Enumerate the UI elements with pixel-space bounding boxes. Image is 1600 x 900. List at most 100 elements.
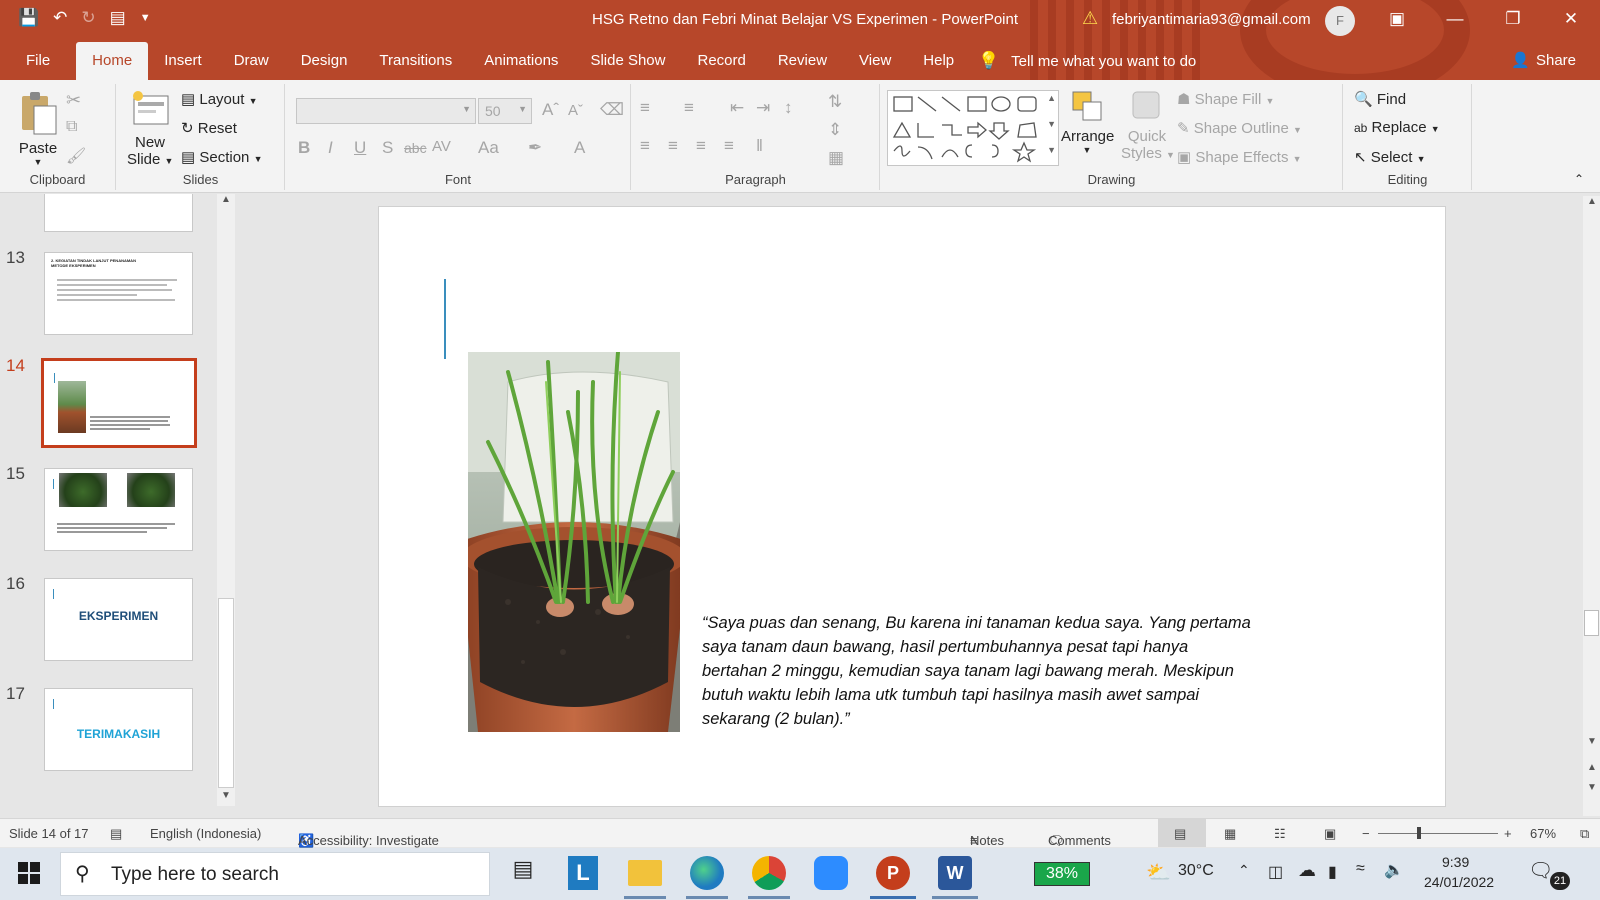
weather-icon[interactable]: ⛅ [1146, 860, 1171, 885]
present-icon[interactable]: ▤ [110, 8, 126, 28]
edge-icon[interactable] [690, 856, 724, 890]
tab-help[interactable]: Help [907, 42, 970, 80]
tab-review[interactable]: Review [762, 42, 843, 80]
l-app-icon[interactable]: L [568, 856, 598, 890]
warning-icon[interactable]: ⚠ [1082, 8, 1098, 29]
tab-home[interactable]: Home [76, 42, 149, 80]
layout-button[interactable]: ▤ Layout ▼ [181, 90, 258, 108]
tab-file[interactable]: File [0, 42, 76, 80]
show-hidden-icons[interactable]: ⌃ [1238, 862, 1250, 879]
font-size-dropdown-icon[interactable]: ▼ [518, 104, 527, 114]
device-icon[interactable]: ◫ [1268, 862, 1283, 882]
plant-photo[interactable] [468, 352, 680, 732]
scroll-up-icon[interactable]: ▲ [1587, 196, 1597, 207]
close-button[interactable]: ✕ [1542, 0, 1600, 40]
numbering-icon[interactable]: ≡ [684, 98, 694, 118]
word-icon[interactable]: W [938, 856, 972, 890]
volume-icon[interactable]: 🔈 [1384, 860, 1404, 880]
columns-icon[interactable]: ‖ [756, 136, 763, 156]
paste-dropdown-icon[interactable]: ▼ [16, 157, 60, 167]
thumbnail-14[interactable] [41, 358, 197, 448]
quick-styles-button[interactable]: Quick Styles ▼ [1121, 88, 1175, 162]
scroll-down-icon[interactable]: ▼ [1587, 736, 1597, 747]
battery-widget[interactable]: 38% [1034, 862, 1090, 886]
tab-view[interactable]: View [843, 42, 907, 80]
find-button[interactable]: 🔍 Find [1354, 90, 1406, 108]
clock-date[interactable]: 24/01/2022 [1424, 874, 1494, 890]
shrink-font-icon[interactable]: Aˇ [568, 102, 583, 119]
shapes-gallery[interactable]: ▲ ▼ ▼ [887, 90, 1059, 166]
align-center-icon[interactable]: ≡ [668, 136, 678, 156]
grow-font-icon[interactable]: Aˆ [542, 100, 559, 120]
gallery-up-icon[interactable]: ▲ [1047, 93, 1056, 103]
avatar[interactable]: F [1325, 6, 1355, 36]
tab-record[interactable]: Record [681, 42, 761, 80]
collapse-ribbon-icon[interactable]: ⌃ [1574, 172, 1584, 186]
strikethrough-button[interactable]: abc [404, 140, 427, 156]
tab-draw[interactable]: Draw [218, 42, 285, 80]
minimize-button[interactable]: — [1426, 0, 1484, 40]
thumbnail-scrollbar[interactable]: ▲ ▼ [217, 194, 235, 806]
shadow-button[interactable]: S [382, 138, 393, 158]
slide-canvas[interactable]: “Saya puas dan senang, Bu karena ini tan… [378, 206, 1446, 807]
select-button[interactable]: ↖ Select ▼ [1354, 148, 1426, 166]
undo-icon[interactable]: ↶ [53, 8, 67, 28]
windows-start-icon[interactable] [18, 862, 40, 887]
ribbon-display-icon[interactable]: ▣ [1368, 0, 1426, 40]
spell-check-icon[interactable]: ▤ [110, 826, 122, 842]
zoom-slider[interactable] [1378, 833, 1498, 834]
next-slide-icon[interactable]: ▼ [1587, 782, 1597, 793]
thumbnail-16[interactable]: EKSPERIMEN [44, 578, 193, 661]
thumbnail-15[interactable] [44, 468, 193, 551]
bullets-icon[interactable]: ≡ [640, 98, 650, 118]
quote-textbox[interactable]: “Saya puas dan senang, Bu karena ini tan… [702, 611, 1302, 731]
onedrive-icon[interactable]: ☁ [1298, 860, 1316, 881]
paste-button[interactable]: Paste ▼ [16, 90, 60, 167]
gallery-down-icon[interactable]: ▼ [1047, 119, 1056, 129]
thumbnail-12[interactable] [44, 194, 193, 232]
font-color-button[interactable]: A [574, 138, 585, 158]
slide-scrollbar[interactable]: ▲ ▼ ▲ ▼ [1583, 196, 1600, 816]
font-name-dropdown-icon[interactable]: ▼ [462, 104, 471, 114]
clock-time[interactable]: 9:39 [1442, 854, 1469, 870]
line-spacing-icon[interactable]: ↕ [784, 98, 793, 118]
bold-button[interactable]: B [298, 138, 310, 158]
new-slide-dropdown-icon[interactable]: ▼ [165, 156, 174, 166]
reading-view-icon[interactable]: ☷ [1274, 826, 1286, 842]
task-view-icon[interactable]: ▤ [506, 856, 540, 890]
font-size-combo[interactable]: 50 ▼ [478, 98, 532, 124]
file-explorer-icon[interactable] [628, 860, 662, 886]
gallery-more-icon[interactable]: ▼ [1047, 145, 1056, 155]
language-indicator[interactable]: English (Indonesia) [150, 826, 261, 841]
highlight-icon[interactable]: ✒ [528, 138, 542, 158]
font-name-combo[interactable]: ▼ [296, 98, 476, 124]
shape-effects-button[interactable]: ▣ Shape Effects ▼ [1177, 148, 1302, 166]
wifi-icon[interactable]: ≈ [1356, 860, 1365, 878]
underline-button[interactable]: U [354, 138, 366, 158]
save-icon[interactable]: 💾 [18, 8, 39, 28]
shape-outline-button[interactable]: ✎ Shape Outline ▼ [1177, 119, 1302, 137]
zoom-level[interactable]: 67% [1530, 826, 1556, 841]
new-slide-button[interactable]: New Slide ▼ [127, 88, 173, 168]
increase-indent-icon[interactable]: ⇥ [756, 98, 770, 118]
tell-me-search[interactable]: 💡 Tell me what you want to do [978, 51, 1196, 71]
tab-design[interactable]: Design [285, 42, 364, 80]
format-painter-icon[interactable]: 🖌 [66, 146, 86, 166]
battery-icon[interactable]: ▮ [1328, 862, 1337, 882]
account-email[interactable]: febriyantimaria93@gmail.com [1112, 11, 1311, 28]
align-text-icon[interactable]: ⇕ [828, 120, 842, 140]
normal-view-icon[interactable]: ▤ [1174, 826, 1186, 842]
scroll-down-icon[interactable]: ▼ [221, 790, 231, 801]
decrease-indent-icon[interactable]: ⇤ [730, 98, 744, 118]
cut-icon[interactable]: ✂ [66, 90, 81, 111]
shape-fill-button[interactable]: ☗ Shape Fill ▼ [1177, 90, 1274, 108]
text-direction-icon[interactable]: ⇅ [828, 92, 842, 112]
fit-slide-icon[interactable]: ⧉ [1580, 826, 1589, 842]
powerpoint-icon[interactable]: P [876, 856, 910, 890]
align-right-icon[interactable]: ≡ [696, 136, 706, 156]
section-button[interactable]: ▤ Section ▼ [181, 148, 263, 166]
smartart-icon[interactable]: ▦ [828, 148, 844, 168]
char-spacing-button[interactable]: AV [432, 138, 451, 155]
share-button[interactable]: 👤 Share [1511, 51, 1576, 69]
arrange-button[interactable]: Arrange ▼ [1061, 88, 1114, 155]
